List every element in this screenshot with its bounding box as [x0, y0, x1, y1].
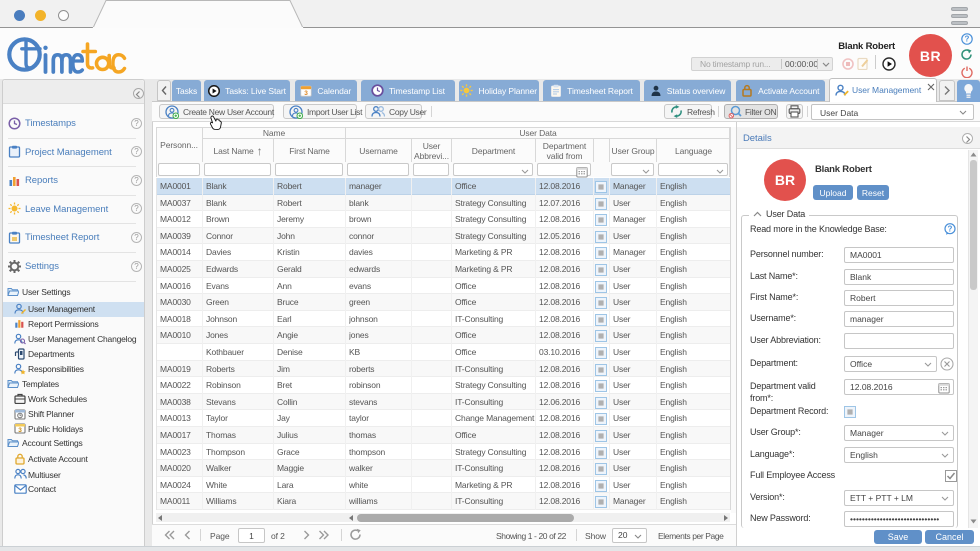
svg-text:?: ? — [965, 35, 970, 44]
svg-text:?: ? — [948, 224, 953, 233]
svg-text:3: 3 — [18, 427, 22, 434]
svg-text:3: 3 — [305, 90, 309, 97]
